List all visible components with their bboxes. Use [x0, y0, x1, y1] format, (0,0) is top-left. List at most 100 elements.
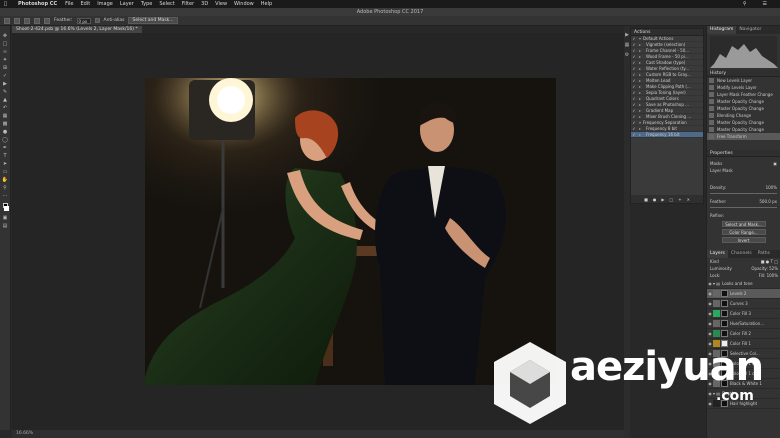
folder-icon[interactable]: □	[669, 197, 673, 202]
brush-tool-icon[interactable]: ✎	[2, 88, 9, 95]
list-icon[interactable]: ☰	[763, 1, 767, 7]
new-action-icon[interactable]: +	[678, 197, 681, 202]
tab-paths[interactable]: Paths	[755, 250, 773, 258]
history-item[interactable]: Master Opacity Change	[707, 98, 780, 105]
hand-tool-icon[interactable]: ✋	[2, 176, 9, 183]
eyedropper-tool-icon[interactable]: ✓	[2, 72, 9, 79]
record-icon[interactable]: ●	[653, 197, 657, 202]
tab-channels[interactable]: Channels	[728, 250, 755, 258]
feather-slider[interactable]	[710, 207, 777, 208]
actions-panel-title[interactable]: Actions	[631, 29, 703, 36]
layer-mask-thumbnail[interactable]	[721, 290, 728, 297]
trash-icon[interactable]: ✕	[687, 197, 690, 202]
pen-tool-icon[interactable]: ✒	[2, 144, 9, 151]
menu-filter[interactable]: Filter	[182, 1, 194, 7]
color-range-button[interactable]: Color Range...	[721, 229, 766, 235]
apple-icon[interactable]: 	[4, 1, 7, 7]
shape-tool-icon[interactable]: ▭	[2, 168, 9, 175]
menu-edit[interactable]: Edit	[81, 1, 91, 7]
filter-icons[interactable]: ■ ● T □	[761, 259, 778, 264]
menu-type[interactable]: Type	[141, 1, 152, 7]
select-and-mask-button[interactable]: Select and Mask...	[128, 17, 178, 24]
history-item[interactable]: New Levels Layer	[707, 77, 780, 84]
path-select-tool-icon[interactable]: ➤	[2, 160, 9, 167]
action-label: Make Clipping Path (...	[646, 84, 691, 89]
stop-icon[interactable]: ■	[644, 197, 648, 202]
marquee-tool-icon[interactable]: □	[2, 40, 9, 47]
select-and-mask-prop-button[interactable]: Select and Mask...	[721, 221, 766, 227]
history-item[interactable]: Modify Levels Layer	[707, 84, 780, 91]
layer-mask-thumbnail[interactable]	[721, 310, 728, 317]
add-selection-icon[interactable]	[24, 17, 30, 24]
layer-row[interactable]: ◉ Hue/Saturation...	[707, 319, 780, 329]
history-item[interactable]: Master Opacity Change	[707, 119, 780, 126]
layer-mask-thumbnail[interactable]	[721, 320, 728, 327]
eraser-tool-icon[interactable]: ▦	[2, 112, 9, 119]
move-tool-icon[interactable]: ✥	[2, 32, 9, 39]
new-selection-icon[interactable]	[14, 17, 20, 24]
kind-filter[interactable]: Kind	[710, 259, 719, 264]
document-tab[interactable]: Shoot-2-424.psb @ 16.6% (Levels 2, Layer…	[12, 26, 142, 33]
actions-footer: ■ ● ▶ □ + ✕	[631, 195, 703, 203]
feather-prop-value[interactable]: 500.0 px	[759, 199, 777, 204]
history-state-icon	[709, 78, 714, 83]
healing-brush-tool-icon[interactable]: ▶	[2, 80, 9, 87]
layer-row[interactable]: ◉ Curves 3	[707, 299, 780, 309]
layer-row[interactable]: ◉ ▾ ▤ Looks and tone	[707, 279, 780, 289]
subtract-selection-icon[interactable]	[34, 17, 40, 24]
history-item[interactable]: Master Opacity Change	[707, 126, 780, 133]
search-icon[interactable]: ⚲	[743, 1, 747, 7]
history-brush-tool-icon[interactable]: ↶	[2, 104, 9, 111]
layer-mask-thumbnail[interactable]	[721, 330, 728, 337]
blur-tool-icon[interactable]: ●	[2, 128, 9, 135]
opacity-value[interactable]: 52%	[769, 266, 778, 271]
type-tool-icon[interactable]: T	[2, 152, 9, 159]
layer-row[interactable]: ◉ Levels 2	[707, 289, 780, 299]
properties-panel-title[interactable]: Properties	[707, 150, 780, 157]
blend-mode-select[interactable]: Luminosity	[710, 266, 732, 271]
invert-button[interactable]: Invert	[721, 237, 766, 243]
menu-layer[interactable]: Layer	[120, 1, 134, 7]
fill-value[interactable]: 100%	[767, 273, 778, 278]
gradient-tool-icon[interactable]: ▩	[2, 120, 9, 127]
intersect-selection-icon[interactable]	[44, 17, 50, 24]
quick-mask-icon[interactable]: ▣	[2, 214, 9, 221]
marquee-tool-preset-icon[interactable]	[4, 17, 10, 24]
quick-select-tool-icon[interactable]: ✦	[2, 56, 9, 63]
density-value[interactable]: 100%	[766, 185, 777, 190]
layer-thumbnail	[713, 330, 720, 337]
tab-layers[interactable]: Layers	[707, 250, 728, 258]
background-color-swatch[interactable]	[4, 206, 9, 211]
menu-select[interactable]: Select	[159, 1, 174, 7]
history-panel-title[interactable]: History	[707, 70, 780, 77]
action-item[interactable]: ✓ ▸ Frequency 16 bit	[631, 132, 703, 138]
tab-navigator[interactable]: Navigator	[736, 26, 764, 34]
layer-row[interactable]: ◉ Color Fill 3	[707, 309, 780, 319]
menu-3d[interactable]: 3D	[201, 1, 208, 7]
more-tools-icon[interactable]: ⋯	[2, 192, 9, 199]
history-item[interactable]: Blending Change	[707, 112, 780, 119]
clone-stamp-tool-icon[interactable]: ▲	[2, 96, 9, 103]
dodge-tool-icon[interactable]: ◯	[2, 136, 9, 143]
history-item[interactable]: Master Opacity Change	[707, 105, 780, 112]
folder-icon[interactable]: ▾ ▤	[713, 281, 720, 286]
menu-file[interactable]: File	[65, 1, 73, 7]
layer-mask-thumbnail[interactable]	[721, 300, 728, 307]
zoom-tool-icon[interactable]: ⚲	[2, 184, 9, 191]
play-action-icon[interactable]: ▶	[661, 197, 664, 202]
app-name-menu[interactable]: Photoshop CC	[18, 1, 57, 7]
menu-image[interactable]: Image	[97, 1, 113, 7]
feather-input[interactable]: 0 px	[76, 17, 91, 24]
screen-mode-icon[interactable]: ▤	[2, 222, 9, 229]
tab-histogram[interactable]: Histogram	[707, 26, 737, 34]
density-slider[interactable]	[710, 193, 777, 194]
menu-window[interactable]: Window	[234, 1, 254, 7]
lasso-tool-icon[interactable]: ∞	[2, 48, 9, 55]
antialias-checkbox[interactable]	[94, 18, 100, 23]
crop-tool-icon[interactable]: ⊞	[2, 64, 9, 71]
mask-type-icon[interactable]: ▣	[773, 161, 777, 166]
history-item[interactable]: Free Transform	[707, 133, 780, 140]
history-item[interactable]: Layer Mask Feather Change	[707, 91, 780, 98]
menu-help[interactable]: Help	[261, 1, 272, 7]
menu-view[interactable]: View	[215, 1, 227, 7]
